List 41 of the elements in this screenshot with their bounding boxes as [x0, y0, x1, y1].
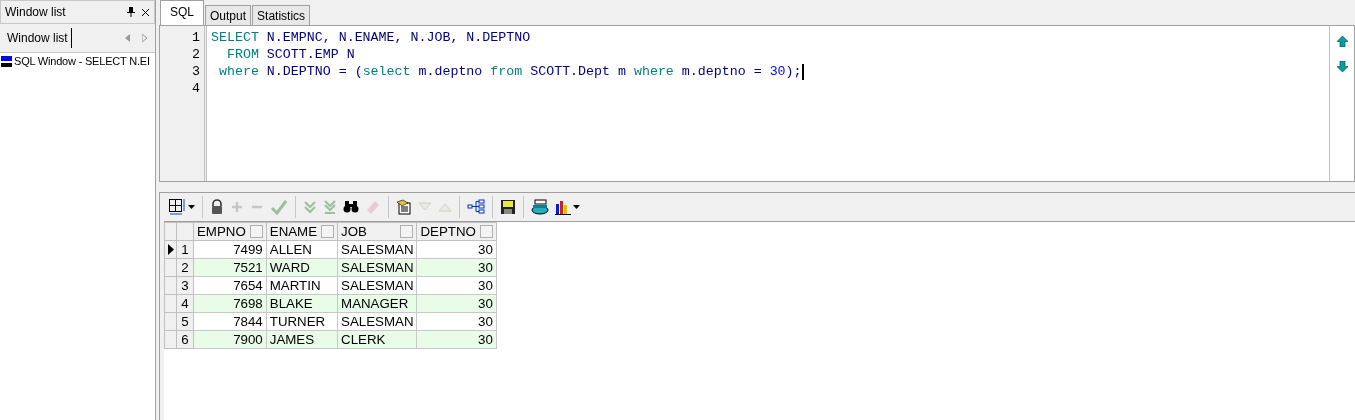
triangle-down-icon	[418, 202, 432, 212]
eraser-icon	[365, 199, 381, 215]
column-menu-button[interactable]	[400, 225, 414, 238]
tab[interactable]: Output	[205, 5, 252, 25]
code-line: SELECT N.EMPNC, N.ENAME, N.JOB, N.DEPTNO	[211, 29, 531, 46]
arrow-down-icon[interactable]	[1336, 61, 1348, 72]
column-menu-button[interactable]	[249, 225, 263, 238]
bar-chart-icon	[555, 199, 571, 215]
document-stack-icon	[396, 199, 412, 215]
code-line: where N.DEPTNO = (select m.deptno from SCOTT.Dept m where m.deptno = 30);	[217, 63, 802, 80]
tab[interactable]: Statistics	[252, 5, 311, 25]
line-number: 1	[191, 29, 200, 46]
binoculars-icon	[343, 200, 359, 214]
line-number: 2	[191, 46, 200, 63]
double-chevron-down-icon	[323, 200, 337, 214]
triangle-up-icon	[438, 202, 452, 212]
tree-icon	[467, 199, 485, 215]
line-number: 3	[191, 63, 200, 80]
window-icon	[1, 55, 12, 67]
toolbar-button[interactable]	[530, 196, 550, 218]
column-menu-button[interactable]	[321, 225, 335, 238]
right-arrow-icon[interactable]	[142, 34, 147, 42]
tab[interactable]: SQL	[160, 0, 204, 25]
left-arrow-icon[interactable]	[125, 34, 130, 42]
check-icon	[270, 199, 288, 215]
close-icon[interactable]	[141, 7, 150, 17]
plus-icon	[230, 200, 244, 214]
code-line: FROM SCOTT.EMP N	[225, 46, 355, 63]
column-menu-button[interactable]	[479, 225, 493, 238]
pin-icon[interactable]	[127, 7, 135, 17]
arrow-up-icon[interactable]	[1336, 36, 1348, 47]
printer-icon	[531, 199, 549, 215]
panel-title: Window list	[5, 5, 66, 19]
toolbar-button[interactable]	[395, 196, 413, 218]
lock-icon	[210, 199, 224, 215]
code-editor[interactable]: 1 2 3 4 SELECT N.EMPNC, N.ENAME, N.JOB, N.DEPTNO FROM SCOTT.EMP N where N.DEPTNO = (select m.deptno from SCOTT.Dept m where m.deptno = 30);	[159, 26, 1355, 182]
toolbar-button[interactable]	[167, 196, 196, 218]
tab[interactable]: Window list	[4, 28, 72, 48]
double-chevron-down-icon	[303, 200, 317, 214]
line-number: 4	[191, 80, 200, 97]
grid-icon	[168, 198, 186, 216]
